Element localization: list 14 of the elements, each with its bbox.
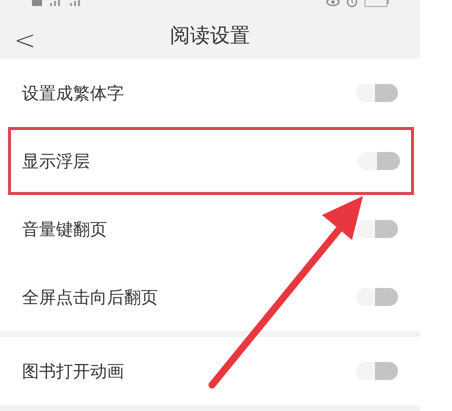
setting-label: 音量键翻页 (22, 218, 107, 240)
battery-icon (364, 0, 390, 7)
toggle-switch[interactable] (356, 84, 398, 102)
toggle-switch[interactable] (356, 220, 398, 238)
setting-label: 图书打开动画 (22, 360, 124, 382)
page-title: 阅读设置 (170, 22, 250, 49)
back-button[interactable]: < (10, 26, 40, 56)
toggle-switch[interactable] (358, 152, 400, 170)
toggle-switch[interactable] (356, 362, 398, 380)
setting-label: 设置成繁体字 (22, 82, 124, 104)
setting-label: 显示浮层 (22, 150, 90, 172)
setting-label: 全屏点击向后翻页 (22, 286, 158, 308)
eye-icon (326, 0, 340, 7)
toggle-switch[interactable] (356, 288, 398, 306)
